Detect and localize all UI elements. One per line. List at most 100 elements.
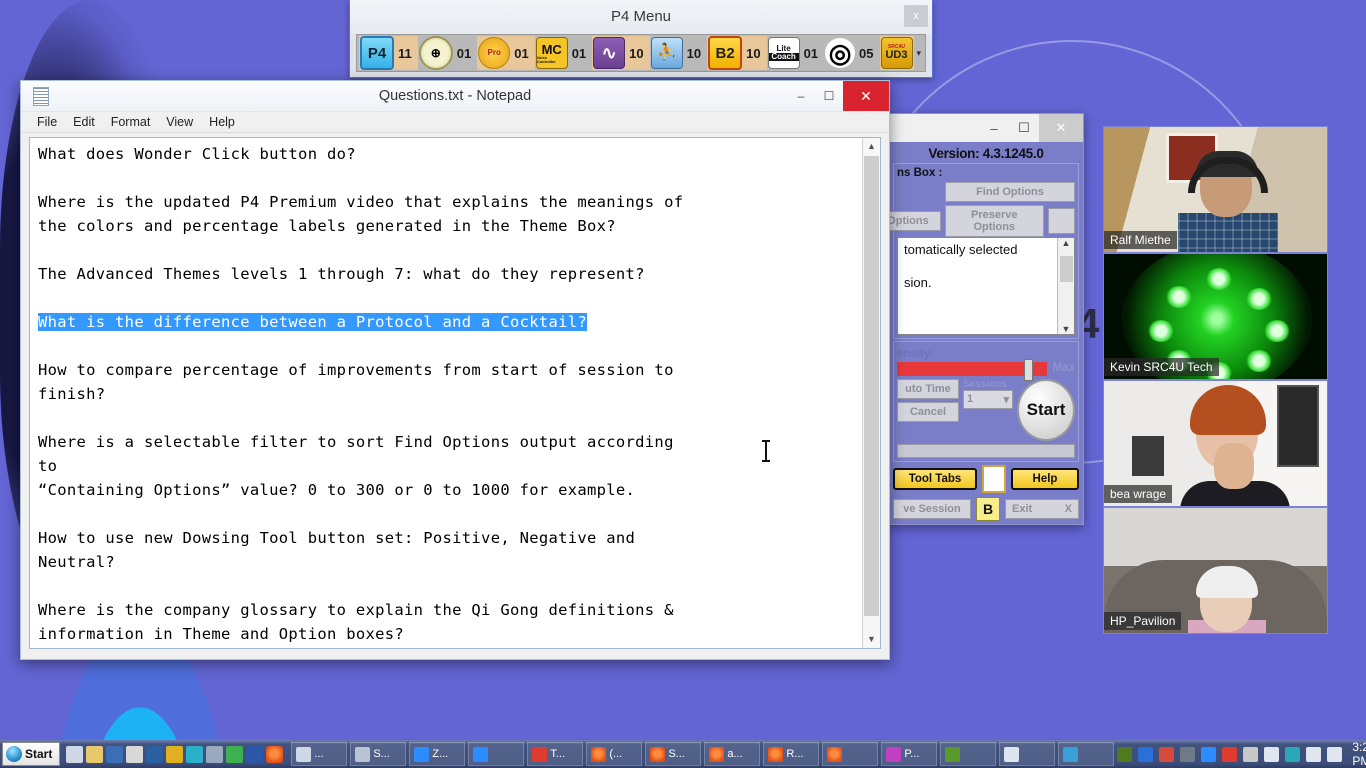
src4u-ud3-icon[interactable]: SRC4U UD3 (880, 37, 913, 69)
nvidia-icon[interactable] (1117, 746, 1133, 762)
options-checkbox[interactable] (1047, 208, 1075, 234)
taskbar-button[interactable]: S... (350, 742, 407, 766)
p4-menu-item-b2-icon[interactable]: B2 10 (707, 36, 767, 70)
sync-icon[interactable] (1285, 746, 1301, 762)
minimize-icon[interactable]: – (979, 121, 1009, 136)
scroll-up-icon[interactable]: ▲ (1062, 238, 1071, 248)
video-tile-hp-pavilion[interactable]: HP_Pavilion (1103, 507, 1328, 634)
p4-menu-item-p4-icon[interactable]: P4 11 (359, 36, 418, 70)
folder-icon[interactable] (86, 745, 104, 763)
start-button[interactable]: Start (2, 742, 61, 766)
taskbar-button[interactable] (999, 742, 1056, 766)
scroll-up-icon[interactable]: ▲ (863, 138, 880, 155)
video-tile-bea[interactable]: bea wrage (1103, 380, 1328, 507)
s-icon[interactable] (1159, 746, 1175, 762)
taskbar-button[interactable]: R... (763, 742, 820, 766)
plug-icon[interactable] (1243, 746, 1259, 762)
display-tray-icon[interactable] (1327, 746, 1343, 762)
volume-icon[interactable] (1264, 746, 1280, 762)
mc-voice-controller-icon[interactable]: MC Voice Controller (535, 37, 568, 69)
auto-time-button[interactable]: uto Time (897, 379, 959, 399)
menu-file[interactable]: File (29, 115, 65, 129)
lite-coach-icon[interactable]: Lite Coach (767, 37, 800, 69)
help-button[interactable]: Help (1011, 468, 1079, 490)
p4-menu-item-mc-voice-controller-icon[interactable]: MC Voice Controller 01 (534, 36, 593, 70)
slider-knob[interactable] (1023, 359, 1033, 381)
find-options-button[interactable]: Find Options (945, 182, 1075, 202)
p4-menu-item-snake-icon[interactable]: ∿ 10 (592, 36, 650, 70)
link-icon[interactable] (186, 745, 204, 763)
p4-menu-item-src4u-pro-icon[interactable]: Pro 01 (477, 36, 535, 70)
note-icon[interactable] (982, 465, 1006, 493)
text-tool-icon[interactable] (246, 745, 264, 763)
taskbar-button[interactable] (822, 742, 879, 766)
clock-app-icon[interactable] (166, 745, 184, 763)
menu-help[interactable]: Help (201, 115, 243, 129)
flag-icon[interactable] (1306, 746, 1322, 762)
p4-menu-item-spiral-icon[interactable]: ◎ 05 (824, 36, 880, 70)
notepad-text-area[interactable]: What does Wonder Click button do? Where … (29, 137, 881, 649)
display-icon[interactable] (106, 745, 124, 763)
mic-ok-icon[interactable] (1180, 746, 1196, 762)
b2-icon[interactable]: B2 (708, 36, 743, 70)
camera-icon[interactable] (1201, 746, 1217, 762)
maximize-button[interactable]: ☐ (815, 81, 843, 111)
show-desktop-icon[interactable] (66, 745, 84, 763)
calendar-22-icon[interactable] (1222, 746, 1238, 762)
chevron-down-icon[interactable]: ▾ (914, 48, 922, 59)
notepad-document-text[interactable]: What does Wonder Click button do? Where … (38, 142, 854, 646)
taskbar-button[interactable]: ... (291, 742, 348, 766)
video-tile-kevin[interactable]: Kevin SRC4U Tech (1103, 253, 1328, 380)
scroll-thumb[interactable] (864, 156, 879, 616)
clock[interactable]: 3:27 PM (1348, 740, 1366, 768)
notepad-icon[interactable] (126, 745, 144, 763)
p4-menu-item-lite-coach-icon[interactable]: Lite Coach 01 (766, 36, 825, 70)
exit-button[interactable]: Exit X (1005, 499, 1079, 519)
scroll-down-icon[interactable]: ▼ (1062, 324, 1071, 334)
p4-icon[interactable]: P4 (360, 36, 394, 70)
spiral-icon[interactable]: ◎ (825, 38, 856, 68)
tool-tabs-button[interactable]: Tool Tabs (893, 468, 977, 490)
taskbar-button[interactable]: (... (586, 742, 643, 766)
taskbar-button[interactable] (940, 742, 997, 766)
close-icon[interactable]: x (904, 5, 928, 27)
media-icon[interactable] (206, 745, 224, 763)
video-tile-ralf[interactable]: Ralf Miethe (1103, 126, 1328, 253)
preserve-options-button[interactable]: Preserve Options (944, 205, 1044, 237)
brave-icon[interactable] (266, 745, 284, 763)
p4-menu-item-src4u-ud3-icon[interactable]: SRC4U UD3 (879, 36, 914, 70)
menu-format[interactable]: Format (103, 115, 159, 129)
menu-view[interactable]: View (158, 115, 201, 129)
intensity-slider[interactable] (897, 359, 1047, 381)
taskbar-button[interactable] (468, 742, 525, 766)
p4-info-textbox[interactable]: tomatically selected sion. ▲ ▼ (897, 237, 1075, 335)
snake-icon[interactable]: ∿ (593, 37, 626, 69)
b-button[interactable]: B (976, 497, 1000, 521)
close-button[interactable]: ✕ (843, 81, 889, 111)
chevron-down-icon[interactable]: ▾ (1003, 393, 1009, 406)
sessions-select[interactable]: 1 ▾ (963, 390, 1013, 409)
scroll-down-icon[interactable]: ▼ (863, 631, 880, 648)
qigong-icon[interactable]: ⛹ (650, 37, 683, 69)
network-icon[interactable] (146, 745, 164, 763)
p4-info-scrollbar[interactable]: ▲ ▼ (1057, 238, 1074, 334)
clock-icon[interactable]: ⊕ (418, 36, 453, 70)
taskbar-button[interactable]: T... (527, 742, 584, 766)
taskbar-button[interactable]: S... (645, 742, 702, 766)
p4-info-scroll-thumb[interactable] (1060, 256, 1073, 282)
maximize-icon[interactable]: ☐ (1009, 120, 1039, 136)
menu-edit[interactable]: Edit (65, 115, 103, 129)
paint-icon[interactable] (226, 745, 244, 763)
save-session-button[interactable]: ve Session (893, 499, 971, 519)
notepad-scrollbar[interactable]: ▲ ▼ (862, 138, 880, 648)
taskbar-button[interactable] (1058, 742, 1115, 766)
taskbar-button[interactable]: Z... (409, 742, 466, 766)
notepad-titlebar[interactable]: Questions.txt - Notepad – ☐ ✕ (21, 81, 889, 112)
start-button[interactable]: Start (1017, 379, 1075, 441)
taskbar-button[interactable]: P... (881, 742, 938, 766)
cancel-button[interactable]: Cancel (897, 402, 959, 422)
p4-menu-item-clock-icon[interactable]: ⊕ 01 (417, 36, 478, 70)
close-icon[interactable]: ✕ (1039, 114, 1083, 142)
taskbar-button[interactable]: a... (704, 742, 761, 766)
src4u-pro-icon[interactable]: Pro (478, 37, 511, 69)
